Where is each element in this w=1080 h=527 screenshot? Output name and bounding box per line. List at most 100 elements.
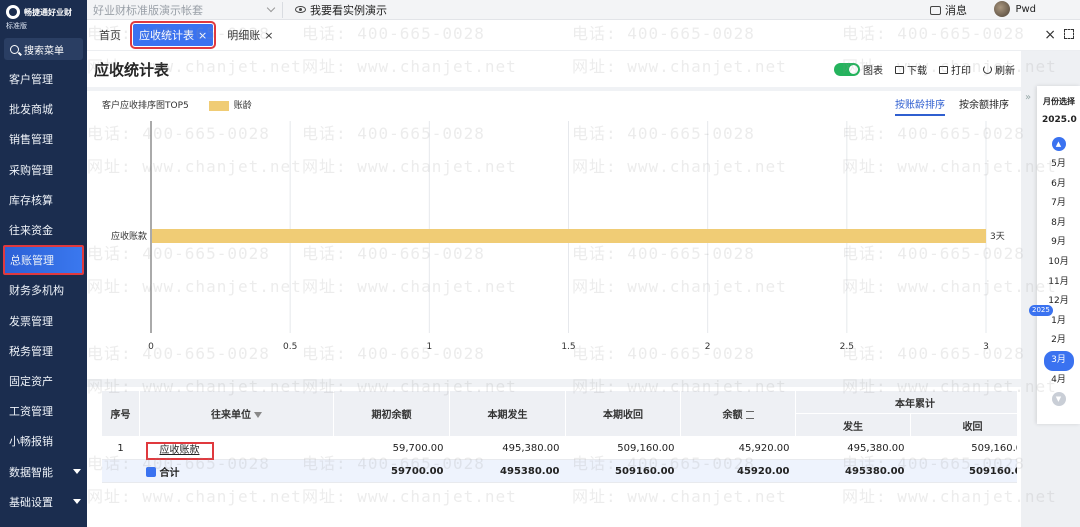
messages-button[interactable]: 消息	[930, 2, 967, 18]
total-label: 合计	[159, 467, 180, 479]
sidebar-item[interactable]: 采购管理	[0, 155, 87, 185]
filter-icon[interactable]	[254, 412, 262, 418]
tab-ledger-detail[interactable]: 明细账 ×	[221, 24, 279, 46]
sidebar-item[interactable]: 工资管理	[0, 396, 87, 426]
total-period-occur: 495380.00	[449, 459, 566, 483]
sidebar-item-label: 基础设置	[9, 495, 53, 509]
chevron-down-icon	[266, 3, 276, 13]
sidebar-nav: 客户管理批发商城 销售管理 采购管理 库存核算 往来资金 总账管理 财务多机构 发票管理税务管…	[0, 64, 87, 517]
sort-by-balance-tab[interactable]: 按余额排序	[959, 96, 1009, 116]
table-row: 1 应收账款 59,700.00 495,380.00 509,160.00 4…	[101, 436, 1017, 460]
month-label: 9月	[1051, 237, 1066, 248]
chart-legend: 账龄	[208, 98, 252, 111]
search-menu-button[interactable]: 搜索菜单	[4, 38, 83, 60]
month-option[interactable]: 1月 2025	[1029, 304, 1080, 332]
chart-toggle[interactable]: 图表	[834, 62, 883, 77]
month-option[interactable]: 5月	[1037, 155, 1080, 175]
sidebar-item-label: 固定资产	[9, 374, 53, 388]
month-label: 12月	[1048, 296, 1069, 307]
sidebar-item[interactable]: 批发商城	[0, 94, 87, 124]
sidebar-item[interactable]: 基础设置	[0, 487, 87, 517]
month-option[interactable]: 6月	[1037, 175, 1080, 195]
user-menu[interactable]: Pwd	[994, 1, 1036, 17]
sidebar-item[interactable]: 往来资金	[0, 215, 87, 245]
month-option[interactable]: 9月	[1037, 233, 1080, 253]
month-option[interactable]: 4月	[1037, 371, 1080, 391]
table-divider	[87, 379, 1021, 387]
total-opening: 59700.00	[333, 459, 450, 483]
sort-icon[interactable]	[745, 411, 754, 419]
sidebar-item[interactable]: 库存核算	[0, 185, 87, 215]
month-option[interactable]: 10月	[1037, 253, 1080, 273]
col-period-recv: 本期收回	[565, 390, 681, 437]
month-option[interactable]: 3月	[1043, 350, 1074, 371]
month-picker-card: 月份选择 2025.0 ▲ 5月 6月 7月 8月 9月 10月 11月 12月 1月 2025 2…	[1029, 86, 1080, 424]
sidebar: 畅捷通好业财 标准版 搜索菜单 客户管理 批发商城 销售管理 采购管理 库存核算 往来资金…	[0, 0, 87, 527]
sidebar-item-label: 客户管理	[9, 73, 53, 87]
sidebar-item[interactable]: 小畅报销	[0, 426, 87, 456]
sidebar-item[interactable]: 财务多机构	[0, 275, 87, 305]
toolbar: 图表 下载 打印 刷新	[834, 62, 1015, 77]
cell-period-recv: 509,160.00	[565, 436, 681, 460]
close-icon[interactable]: ×	[198, 30, 207, 41]
sidebar-item[interactable]: 发票管理	[0, 306, 87, 336]
toggle-switch[interactable]	[834, 63, 860, 76]
bar	[152, 229, 986, 243]
party-link[interactable]: 应收账款	[145, 441, 214, 460]
month-label: 3月	[1051, 354, 1066, 365]
user-name: Pwd	[1015, 3, 1036, 15]
col-balance-label: 余额	[722, 410, 743, 421]
scroll-down-icon[interactable]: ▼	[1051, 392, 1066, 407]
chart-caption: 客户应收排序图TOP5	[102, 101, 189, 111]
month-label: 6月	[1051, 178, 1066, 189]
col-party[interactable]: 往来单位	[139, 390, 334, 437]
page-title: 应收统计表	[94, 61, 170, 79]
col-period-occur: 本期发生	[449, 390, 566, 437]
search-menu-label: 搜索菜单	[24, 45, 64, 57]
chart-toggle-label: 图表	[863, 66, 883, 77]
brand-edition: 标准版	[6, 22, 27, 30]
col-ytd-occur: 发生	[795, 413, 911, 437]
cell-ytd-occur: 495,380.00	[795, 436, 911, 460]
cell-balance: 45,920.00	[680, 436, 796, 460]
fullscreen-icon[interactable]	[1064, 29, 1074, 39]
total-period-recv: 509160.00	[565, 459, 681, 483]
close-icon[interactable]: ×	[264, 30, 273, 41]
cell-opening: 59,700.00	[333, 436, 450, 460]
month-option[interactable]: 2月	[1037, 331, 1080, 351]
sidebar-item[interactable]: 总账管理	[3, 245, 84, 276]
month-picker-year[interactable]: 2025.0	[1037, 107, 1080, 125]
eye-icon	[295, 6, 306, 13]
month-option[interactable]: 7月	[1037, 194, 1080, 214]
year-badge: 2025	[1029, 304, 1053, 316]
sidebar-item[interactable]: 税务管理	[0, 336, 87, 366]
company-select-value: 好业财标准版演示帐套	[93, 3, 203, 17]
tab-label: 应收统计表	[139, 29, 194, 42]
caret-down-icon	[73, 469, 81, 475]
print-button[interactable]: 打印	[939, 62, 971, 77]
sidebar-item[interactable]: 客户管理	[0, 64, 87, 94]
total-balance: 45920.00	[680, 459, 796, 483]
col-balance[interactable]: 余额	[680, 390, 796, 437]
company-select[interactable]: 好业财标准版演示帐套	[93, 1, 283, 18]
month-option[interactable]: 11月	[1037, 273, 1080, 293]
refresh-button[interactable]: 刷新	[983, 62, 1015, 77]
tab-home[interactable]: 首页	[87, 24, 131, 46]
sidebar-item[interactable]: 固定资产	[0, 366, 87, 396]
month-option[interactable]: 8月	[1037, 214, 1080, 234]
tab-receivable-stats[interactable]: 应收统计表 ×	[129, 21, 217, 49]
search-icon	[10, 44, 19, 54]
sidebar-item-label: 工资管理	[9, 405, 53, 419]
demo-link[interactable]: 我要看实例演示	[295, 2, 387, 18]
download-button[interactable]: 下载	[895, 62, 927, 77]
sidebar-item-label: 小畅报销	[9, 435, 53, 449]
collapse-panel-icon[interactable]: »	[1025, 92, 1031, 103]
sidebar-item[interactable]: 数据智能	[0, 456, 87, 486]
cell-ytd-recv: 509,160.00	[910, 436, 1017, 460]
col-ytd-recv: 收回	[910, 413, 1017, 437]
sidebar-item-label: 税务管理	[9, 344, 53, 358]
sidebar-item[interactable]: 销售管理	[0, 124, 87, 154]
scroll-up-icon[interactable]: ▲	[1051, 137, 1066, 151]
close-all-icon[interactable]: ×	[1044, 27, 1056, 43]
sort-by-age-tab[interactable]: 按账龄排序	[895, 96, 945, 116]
